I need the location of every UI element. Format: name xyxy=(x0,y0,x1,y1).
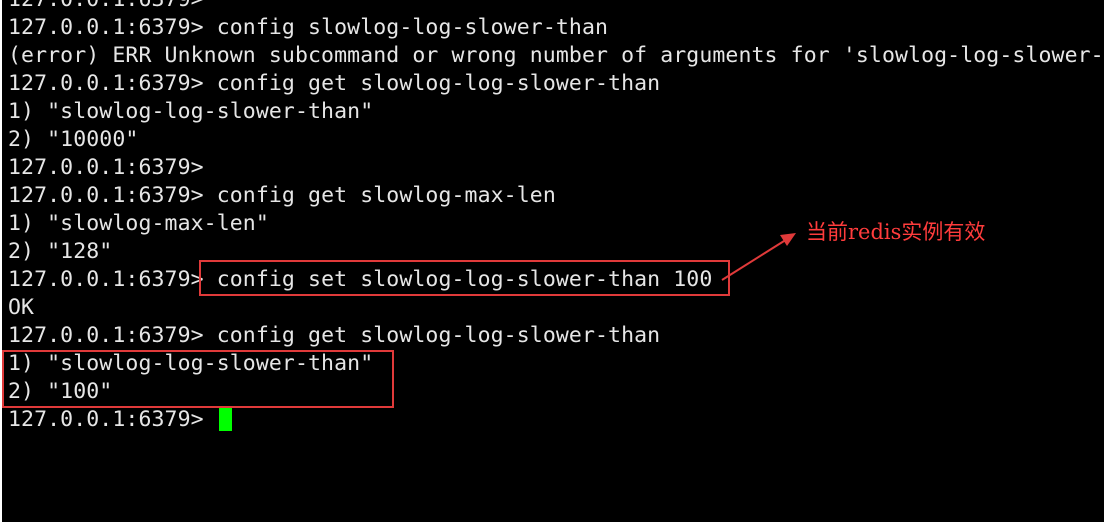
text-cursor xyxy=(218,407,232,431)
terminal-input-line[interactable]: 127.0.0.1:6379> xyxy=(8,406,1104,434)
line-text: 2) "128" xyxy=(8,239,113,264)
line-text: (error) ERR Unknown subcommand or wrong … xyxy=(8,43,1104,68)
terminal-line: 127.0.0.1:6379> xyxy=(8,154,1104,182)
terminal-line: 127.0.0.1:6379> config get slowlog-log-s… xyxy=(8,322,1104,350)
line-text: config get slowlog-max-len xyxy=(203,183,556,208)
prompt: 127.0.0.1:6379> xyxy=(8,183,204,208)
terminal-line: 127.0.0.1:6379> xyxy=(8,0,1104,14)
line-text: 1) "slowlog-log-slower-than" xyxy=(8,99,374,124)
highlight-box-get-result xyxy=(2,350,394,408)
line-text: OK xyxy=(8,295,35,320)
line-text: config slowlog-log-slower-than xyxy=(203,15,609,40)
line-text: 2) "10000" xyxy=(8,127,139,152)
prompt: 127.0.0.1:6379> xyxy=(8,155,204,180)
terminal-line: 2) "10000" xyxy=(8,126,1104,154)
prompt: 127.0.0.1:6379> xyxy=(8,407,204,432)
terminal-line: (error) ERR Unknown subcommand or wrong … xyxy=(8,42,1104,70)
annotation-note: 当前redis实例有效 xyxy=(806,220,986,244)
terminal-line: OK xyxy=(8,294,1104,322)
terminal-line: 127.0.0.1:6379> config slowlog-log-slowe… xyxy=(8,14,1104,42)
prompt: 127.0.0.1:6379> xyxy=(8,0,204,12)
line-text: 1) "slowlog-max-len" xyxy=(8,211,269,236)
line-text: config get slowlog-log-slower-than xyxy=(203,323,661,348)
highlight-box-set-command xyxy=(199,260,730,296)
prompt: 127.0.0.1:6379> xyxy=(8,267,204,292)
terminal-line: 1) "slowlog-log-slower-than" xyxy=(8,98,1104,126)
prompt: 127.0.0.1:6379> xyxy=(8,323,204,348)
terminal-line: 127.0.0.1:6379> config get slowlog-log-s… xyxy=(8,70,1104,98)
line-text: config get slowlog-log-slower-than xyxy=(203,71,661,96)
line-text xyxy=(204,407,217,432)
prompt: 127.0.0.1:6379> xyxy=(8,15,204,40)
prompt: 127.0.0.1:6379> xyxy=(8,71,204,96)
terminal-line: 127.0.0.1:6379> config get slowlog-max-l… xyxy=(8,182,1104,210)
